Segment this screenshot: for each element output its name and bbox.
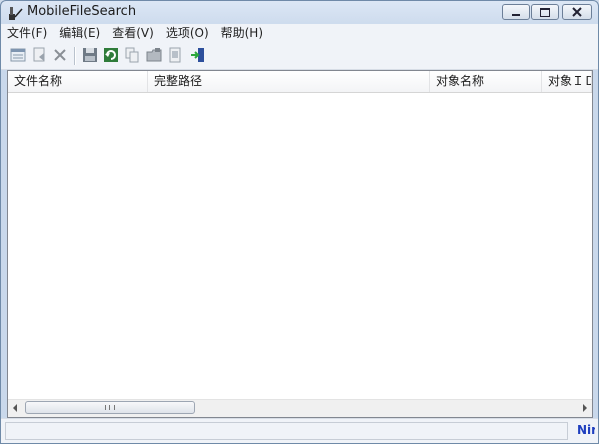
- scroll-right-icon[interactable]: [583, 404, 587, 412]
- toolbar-separator: [74, 47, 76, 65]
- minimize-icon: [512, 14, 520, 16]
- title-bar[interactable]: MobileFileSearch: [1, 1, 598, 24]
- app-icon: [9, 7, 23, 20]
- app-window: MobileFileSearch 文件(F) 编辑(E) 查看(V) 选项(O)…: [0, 0, 599, 444]
- delete-icon[interactable]: [52, 47, 68, 63]
- scrollbar-thumb[interactable]: [25, 401, 195, 414]
- list-header: 文件名称 完整路径 对象名称 对象ＩＤ: [8, 71, 592, 93]
- window-title: MobileFileSearch: [27, 4, 137, 19]
- save-icon[interactable]: [82, 47, 98, 63]
- maximize-icon: [540, 7, 550, 17]
- menu-options[interactable]: 选项(O): [160, 24, 215, 43]
- status-bar: NirSoft: [1, 418, 598, 443]
- grip-icon: [105, 405, 115, 410]
- close-icon: [572, 7, 582, 17]
- exit-icon[interactable]: [190, 47, 206, 63]
- menu-view[interactable]: 查看(V): [106, 24, 160, 43]
- refresh-icon[interactable]: [103, 47, 119, 63]
- menu-bar: 文件(F) 编辑(E) 查看(V) 选项(O) 帮助(H): [1, 24, 598, 43]
- menu-edit[interactable]: 编辑(E): [53, 24, 106, 43]
- report-icon[interactable]: [167, 47, 183, 63]
- column-header-file-name[interactable]: 文件名称: [8, 71, 148, 92]
- folder-icon[interactable]: [146, 47, 162, 63]
- menu-help[interactable]: 帮助(H): [215, 24, 269, 43]
- properties-icon[interactable]: [10, 47, 26, 63]
- toolbar: [1, 43, 598, 70]
- file-list[interactable]: 文件名称 完整路径 对象名称 对象ＩＤ: [7, 70, 593, 418]
- status-panel: [5, 422, 568, 440]
- nirsoft-link[interactable]: NirSoft: [577, 423, 595, 437]
- column-header-object-name[interactable]: 对象名称: [430, 71, 542, 92]
- maximize-button[interactable]: [531, 4, 559, 20]
- menu-file[interactable]: 文件(F): [1, 24, 53, 43]
- open-icon[interactable]: [31, 47, 47, 63]
- column-header-full-path[interactable]: 完整路径: [148, 71, 430, 92]
- minimize-button[interactable]: [502, 4, 530, 20]
- scroll-left-icon[interactable]: [13, 404, 17, 412]
- copy-icon[interactable]: [124, 47, 140, 63]
- column-header-object-id[interactable]: 对象ＩＤ: [542, 71, 592, 92]
- close-button[interactable]: [562, 4, 592, 20]
- horizontal-scrollbar[interactable]: [8, 399, 592, 417]
